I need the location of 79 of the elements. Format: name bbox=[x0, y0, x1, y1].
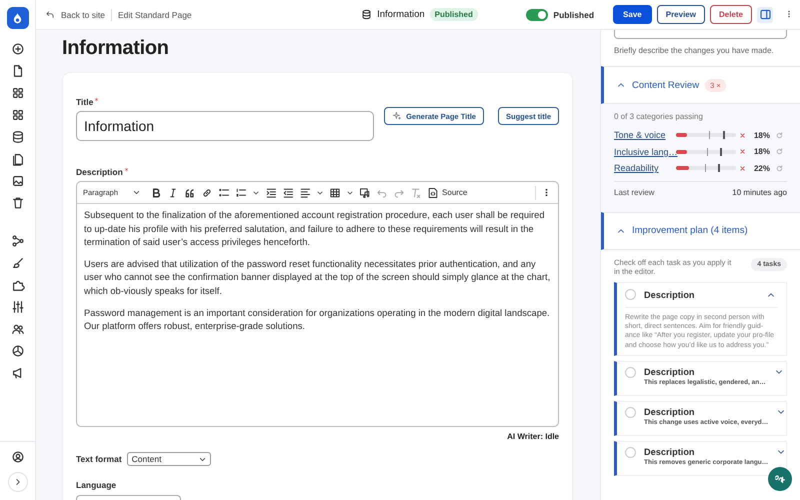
table-icon[interactable] bbox=[329, 186, 342, 198]
sidebar-panel-icon bbox=[758, 8, 772, 21]
bold-icon[interactable] bbox=[150, 186, 162, 198]
source-icon bbox=[427, 186, 440, 198]
indent-icon[interactable] bbox=[265, 186, 278, 198]
image-icon[interactable] bbox=[10, 174, 24, 188]
panel-toggle-button[interactable] bbox=[757, 6, 773, 22]
logo-icon[interactable] bbox=[6, 7, 28, 29]
sparkle-icon bbox=[392, 111, 402, 121]
chevron-down-icon bbox=[132, 188, 142, 197]
puzzle-icon[interactable] bbox=[10, 278, 24, 292]
task-checkbox[interactable] bbox=[625, 289, 636, 300]
task-title: Description bbox=[644, 447, 696, 458]
task-title: Description bbox=[644, 290, 696, 300]
quote-icon[interactable] bbox=[184, 186, 196, 198]
status-badge: Published bbox=[430, 8, 478, 21]
publish-toggle[interactable] bbox=[526, 8, 548, 20]
database-icon[interactable] bbox=[10, 130, 24, 144]
task-checkbox[interactable] bbox=[625, 407, 636, 418]
database-icon bbox=[361, 9, 372, 20]
score-value: 18% bbox=[752, 147, 771, 156]
text-format-select[interactable]: Content bbox=[126, 452, 211, 466]
score-bar bbox=[676, 133, 736, 138]
task-title: Description bbox=[644, 407, 696, 418]
add-icon[interactable] bbox=[10, 42, 24, 56]
paragraph: Password management is an important consideration for organizations operating in the modern digital landscape. Our platform offers robust, enterprise-grade solutions. bbox=[84, 306, 551, 334]
grid-icon[interactable] bbox=[10, 108, 24, 122]
assistant-button[interactable] bbox=[768, 467, 792, 491]
pie-chart-icon[interactable] bbox=[10, 344, 24, 358]
preview-button[interactable]: Preview bbox=[656, 5, 705, 24]
category-link[interactable]: Inclusive lang… bbox=[614, 146, 674, 157]
back-link[interactable]: Back to site bbox=[61, 10, 105, 20]
score-bar bbox=[676, 150, 736, 154]
user-icon[interactable] bbox=[10, 450, 24, 464]
nodes-icon[interactable] bbox=[10, 234, 24, 248]
fail-icon bbox=[738, 130, 747, 140]
numbered-list-icon[interactable] bbox=[235, 186, 248, 198]
align-icon[interactable] bbox=[299, 186, 312, 198]
task-title: Description bbox=[644, 367, 696, 378]
task-checkbox[interactable] bbox=[625, 367, 636, 378]
fail-icon bbox=[738, 164, 747, 173]
ai-status: AI Writer: Idle bbox=[507, 432, 559, 441]
outdent-icon[interactable] bbox=[282, 186, 294, 198]
users-icon[interactable] bbox=[10, 322, 24, 336]
field-label: Description bbox=[76, 167, 123, 177]
category-link[interactable]: Readability bbox=[614, 163, 674, 174]
page-heading: Information bbox=[62, 36, 170, 60]
brush-icon[interactable] bbox=[10, 256, 24, 270]
delete-button[interactable]: Delete bbox=[710, 5, 752, 24]
save-button[interactable]: Save bbox=[613, 5, 652, 24]
fail-icon bbox=[738, 147, 747, 156]
score-value: 22% bbox=[752, 164, 771, 173]
grid-icon[interactable] bbox=[10, 86, 24, 100]
score-bar bbox=[676, 166, 736, 170]
link-icon[interactable] bbox=[201, 186, 214, 198]
task-checkbox[interactable] bbox=[625, 447, 636, 458]
last-review-label: Last review bbox=[614, 188, 654, 196]
section-header[interactable]: Improvement plan (4 items) bbox=[601, 212, 800, 250]
field-hint: Briefly describe the changes you have made. bbox=[614, 46, 774, 55]
title-input[interactable]: Information bbox=[76, 111, 374, 141]
files-icon[interactable] bbox=[10, 152, 24, 166]
breadcrumb: Edit Standard Page bbox=[118, 10, 192, 20]
bulleted-list-icon[interactable] bbox=[218, 186, 230, 198]
source-button[interactable]: Source bbox=[427, 186, 468, 198]
document-title: Information bbox=[377, 9, 425, 20]
trash-icon[interactable] bbox=[10, 196, 24, 210]
field-label: Language bbox=[76, 480, 116, 490]
last-review-time: 10 minutes ago bbox=[732, 188, 787, 196]
toggle-label: Published bbox=[553, 10, 594, 20]
back-arrow-icon[interactable] bbox=[45, 10, 55, 20]
score-value: 18% bbox=[752, 130, 771, 140]
paragraph: Subsequent to the finalization of the aforementioned account registration procedure, each user shall be required to up-date his profile with his preferred salutation, and failure to adhere to these requirements will result in the termination of said user’s access privileges henceforth. bbox=[84, 209, 546, 250]
field-label: Title bbox=[76, 97, 94, 107]
passing-summary: 0 of 3 categories passing bbox=[614, 112, 703, 121]
paragraph: Users are advised that utilization of the password reset functionality necessitates prior authentication, and any user who cannot see the confirmation banner displayed at the top of the screen should simply glance at the chart, which ob-viously speaks for itself. bbox=[84, 258, 551, 298]
media-icon[interactable] bbox=[359, 186, 372, 198]
category-link[interactable]: Tone & voice bbox=[614, 130, 674, 140]
field-label: Text format bbox=[76, 454, 122, 464]
sliders-icon[interactable] bbox=[10, 300, 24, 314]
